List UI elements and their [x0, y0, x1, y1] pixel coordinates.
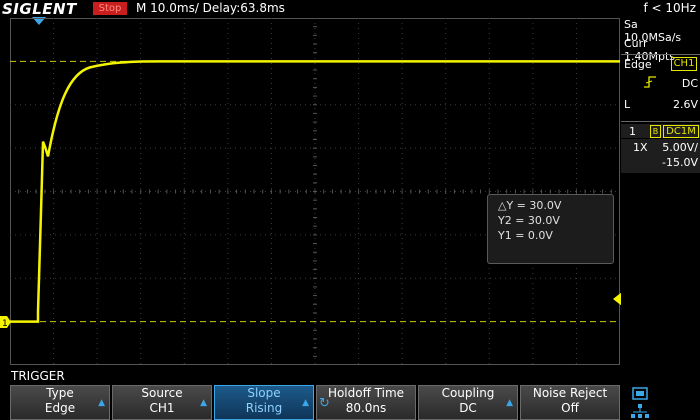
cursor-readout-panel: △Y = 30.0V Y2 = 30.0V Y1 = 0.0V — [487, 194, 614, 264]
softkey-type-value: Edge — [44, 401, 76, 415]
softkey-source-value: CH1 — [149, 401, 175, 415]
graticule — [10, 18, 620, 365]
svg-text:1: 1 — [2, 319, 8, 328]
softkey-noise-reject-label: Noise Reject — [532, 386, 608, 400]
trigger-level-value: 2.6V — [672, 98, 698, 111]
channel-coupling-badge[interactable]: DC1M — [663, 125, 699, 138]
softkey-coupling-label: Coupling — [441, 386, 495, 400]
trigger-coupling: DC — [681, 77, 698, 90]
brand-logo: SIGLENT — [2, 0, 77, 18]
y2-readout: Y2 = 30.0V — [498, 214, 560, 227]
softkey-slope-label: Slope — [247, 386, 281, 400]
softkey-holdoff[interactable]: ↻ Holdoff Time 80.0ns — [316, 385, 416, 420]
softkey-source-label: Source — [141, 386, 183, 400]
softkey-slope-value: Rising — [245, 401, 283, 415]
softkey-holdoff-label: Holdoff Time — [327, 386, 405, 400]
softkey-coupling-value: DC — [459, 401, 477, 415]
timebase-readout: M 10.0ms/ Delay:63.8ms — [136, 1, 285, 15]
softkey-bar: Type Edge ▲ Source CH1 ▲ Slope Rising ▲ … — [10, 385, 621, 420]
chevron-up-icon: ▲ — [200, 398, 207, 408]
y1-readout: Y1 = 0.0V — [498, 229, 553, 242]
softkey-holdoff-value: 80.0ns — [345, 401, 387, 415]
run-state-badge[interactable]: Stop — [93, 2, 127, 15]
delta-y-readout: △Y = 30.0V — [498, 199, 562, 212]
network-icon — [631, 404, 649, 418]
softkey-source[interactable]: Source CH1 ▲ — [112, 385, 212, 420]
adjust-knob-icon: ↻ — [319, 396, 330, 411]
info-panel: Sa 10.0MSa/s Curr 1.40Mpts Edge CH1 DC L… — [621, 18, 700, 365]
softkey-noise-reject[interactable]: Noise Reject Off — [520, 385, 620, 420]
softkey-type[interactable]: Type Edge ▲ — [10, 385, 110, 420]
channel-offset: -15.0V — [662, 156, 698, 169]
chevron-up-icon: ▲ — [302, 398, 309, 408]
softkey-type-label: Type — [46, 386, 74, 400]
status-bar: SIGLENT Stop M 10.0ms/ Delay:63.8ms f < … — [0, 0, 700, 18]
volts-per-div: 5.00V/ — [662, 141, 698, 154]
menu-title: TRIGGER — [11, 369, 65, 383]
channel1-ground-marker-icon[interactable]: 1 — [0, 316, 11, 328]
bandwidth-limit-icon: B — [650, 125, 661, 138]
trigger-source-badge[interactable]: CH1 — [671, 57, 697, 71]
chevron-up-icon: ▲ — [506, 398, 513, 408]
softkey-slope[interactable]: Slope Rising ▲ — [214, 385, 314, 420]
frequency-readout: f < 10Hz — [643, 1, 697, 15]
waveform-display[interactable] — [10, 18, 620, 365]
chevron-up-icon: ▲ — [98, 398, 105, 408]
softkey-coupling[interactable]: Coupling DC ▲ — [418, 385, 518, 420]
usb-device-icon — [632, 387, 648, 400]
softkey-noise-reject-value: Off — [561, 401, 579, 415]
